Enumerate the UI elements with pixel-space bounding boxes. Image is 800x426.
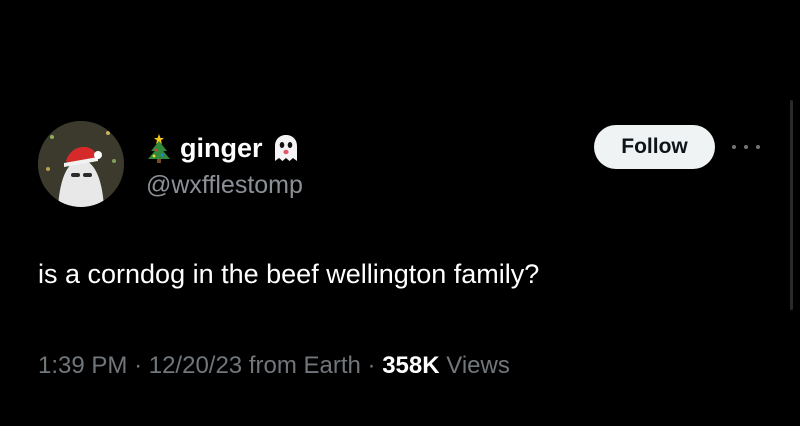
tweet-time[interactable]: 1:39 PM bbox=[38, 352, 127, 379]
tweet-date[interactable]: 12/20/23 from Earth bbox=[149, 352, 361, 379]
views-label: Views bbox=[446, 352, 510, 379]
author-handle[interactable]: @wxfflestomp bbox=[146, 170, 303, 200]
tweet-text: is a corndog in the beef wellington fami… bbox=[38, 259, 540, 289]
follow-button[interactable]: Follow bbox=[594, 125, 715, 169]
more-horizontal-icon bbox=[732, 145, 736, 149]
avatar-image bbox=[38, 121, 124, 207]
views-count[interactable]: 358K bbox=[382, 352, 439, 379]
meta-separator: · bbox=[134, 352, 143, 379]
avatar[interactable] bbox=[38, 121, 124, 207]
meta-separator: · bbox=[367, 352, 376, 379]
author-display-name: ginger bbox=[180, 132, 263, 163]
scrollbar[interactable] bbox=[790, 100, 793, 310]
ghost-icon bbox=[274, 135, 297, 161]
christmas-tree-icon bbox=[148, 134, 170, 163]
author-name-row[interactable]: ginger bbox=[146, 130, 301, 166]
more-options-button[interactable] bbox=[732, 138, 760, 156]
tweet-meta: 1:39 PM · 12/20/23 from Earth · 358K Vie… bbox=[38, 352, 510, 381]
